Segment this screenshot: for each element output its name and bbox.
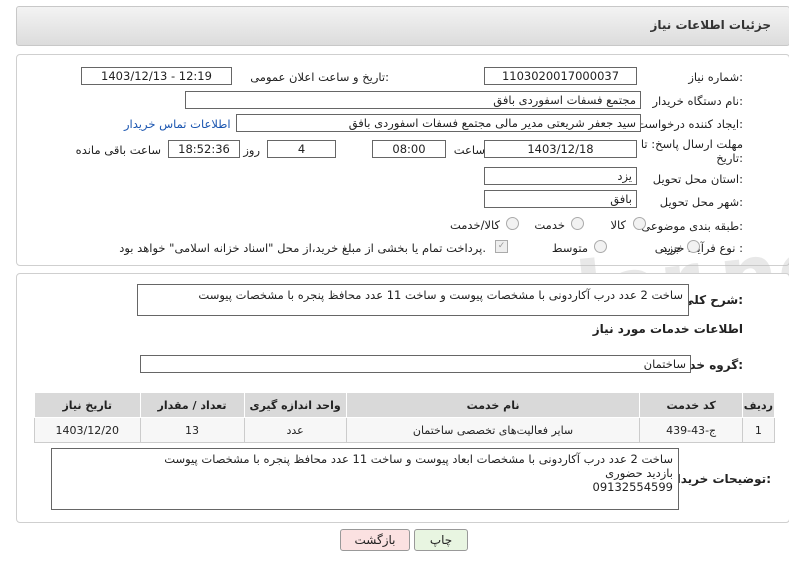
category-goods-radio[interactable] [633,217,646,230]
col-code: کد خدمت [639,392,743,418]
summary-textarea: ساخت 2 عدد درب آکاردونی با مشخصات پیوست … [137,284,689,316]
details-panel [16,54,789,266]
city-field: بافق [484,190,637,208]
col-name: نام خدمت [345,392,641,418]
col-date: تاریخ نیاز [34,392,141,418]
category-service-radio[interactable] [571,217,584,230]
col-unit: واحد اندازه گیری [243,392,347,418]
announce-label: تاریخ و ساعت اعلان عمومی: [250,70,389,84]
treasury-checkbox[interactable]: ✓ [495,240,508,253]
cell-date: 1403/12/20 [34,417,141,443]
remaining-label: ساعت باقی مانده [75,143,161,157]
deadline-time-label: ساعت [453,143,485,157]
service-group-field: ساختمان [140,355,691,373]
remaining-time-field: 18:52:36 [168,140,240,158]
cell-row: 1 [741,417,776,443]
category-both-label: کالا/خدمت [449,218,500,232]
city-label: شهر محل تحویل: [659,195,743,209]
services-table: ردیف کد خدمت نام خدمت واحد اندازه گیری ت… [34,392,776,443]
province-label: استان محل تحویل: [652,172,743,186]
back-button[interactable]: بازگشت [340,529,410,551]
category-both-radio[interactable] [506,217,519,230]
creator-field: سید جعفر شریعتی مدیر مالی مجتمع فسفات اس… [236,114,641,132]
category-goods-label: کالا [610,218,626,232]
creator-label: ایجاد کننده درخواست: [637,117,743,131]
announce-field: 1403/12/13 - 12:19 [81,67,232,85]
buyer-org-label: نام دستگاه خریدار: [652,94,743,108]
deadline-label-2: تاریخ: [716,151,743,165]
deadline-date-field: 1403/12/18 [484,140,637,158]
need-number-label: شماره نیاز: [688,70,743,84]
buyer-notes-line-2: بازدید حضوری [605,466,673,480]
need-number-field: 1103020017000037 [484,67,637,85]
cell-unit: عدد [243,417,347,443]
table-row: 1 ج-43-439 سایر فعالیت‌های تخصصی ساختمان… [34,417,776,443]
cell-name: سایر فعالیت‌های تخصصی ساختمان [345,417,641,443]
cell-code: ج-43-439 [639,417,743,443]
col-qty: تعداد / مقدار [139,392,245,418]
cell-qty: 13 [139,417,245,443]
buyer-notes-label: توضیحات خریدار: [669,472,771,486]
days-field: 4 [267,140,336,158]
deadline-label: مهلت ارسال پاسخ: تا [640,137,743,151]
deadline-time-field: 08:00 [372,140,446,158]
buyer-notes-line-1: ساخت 2 عدد درب آکاردونی با مشخصات ابعاد … [164,452,673,466]
payment-note: پرداخت تمام یا بخشی از مبلغ خرید،از محل … [119,241,486,255]
buyer-notes-line-3: 09132554599 [592,480,673,494]
services-section-title: اطلاعات خدمات مورد نیاز [592,322,743,336]
page-header: جزئیات اطلاعات نیاز [16,6,789,46]
contact-buyer-link[interactable]: اطلاعات تماس خریدار [124,117,231,131]
table-header-row: ردیف کد خدمت نام خدمت واحد اندازه گیری ت… [34,392,776,418]
buyer-org-field: مجتمع فسفات اسفوردی بافق [185,91,641,109]
province-field: یزد [484,167,637,185]
print-button[interactable]: چاپ [414,529,468,551]
page-title: جزئیات اطلاعات نیاز [650,18,771,32]
col-row: ردیف [741,392,776,418]
buyer-notes-textarea: ساخت 2 عدد درب آکاردونی با مشخصات ابعاد … [51,448,679,510]
category-service-label: خدمت [534,218,565,232]
